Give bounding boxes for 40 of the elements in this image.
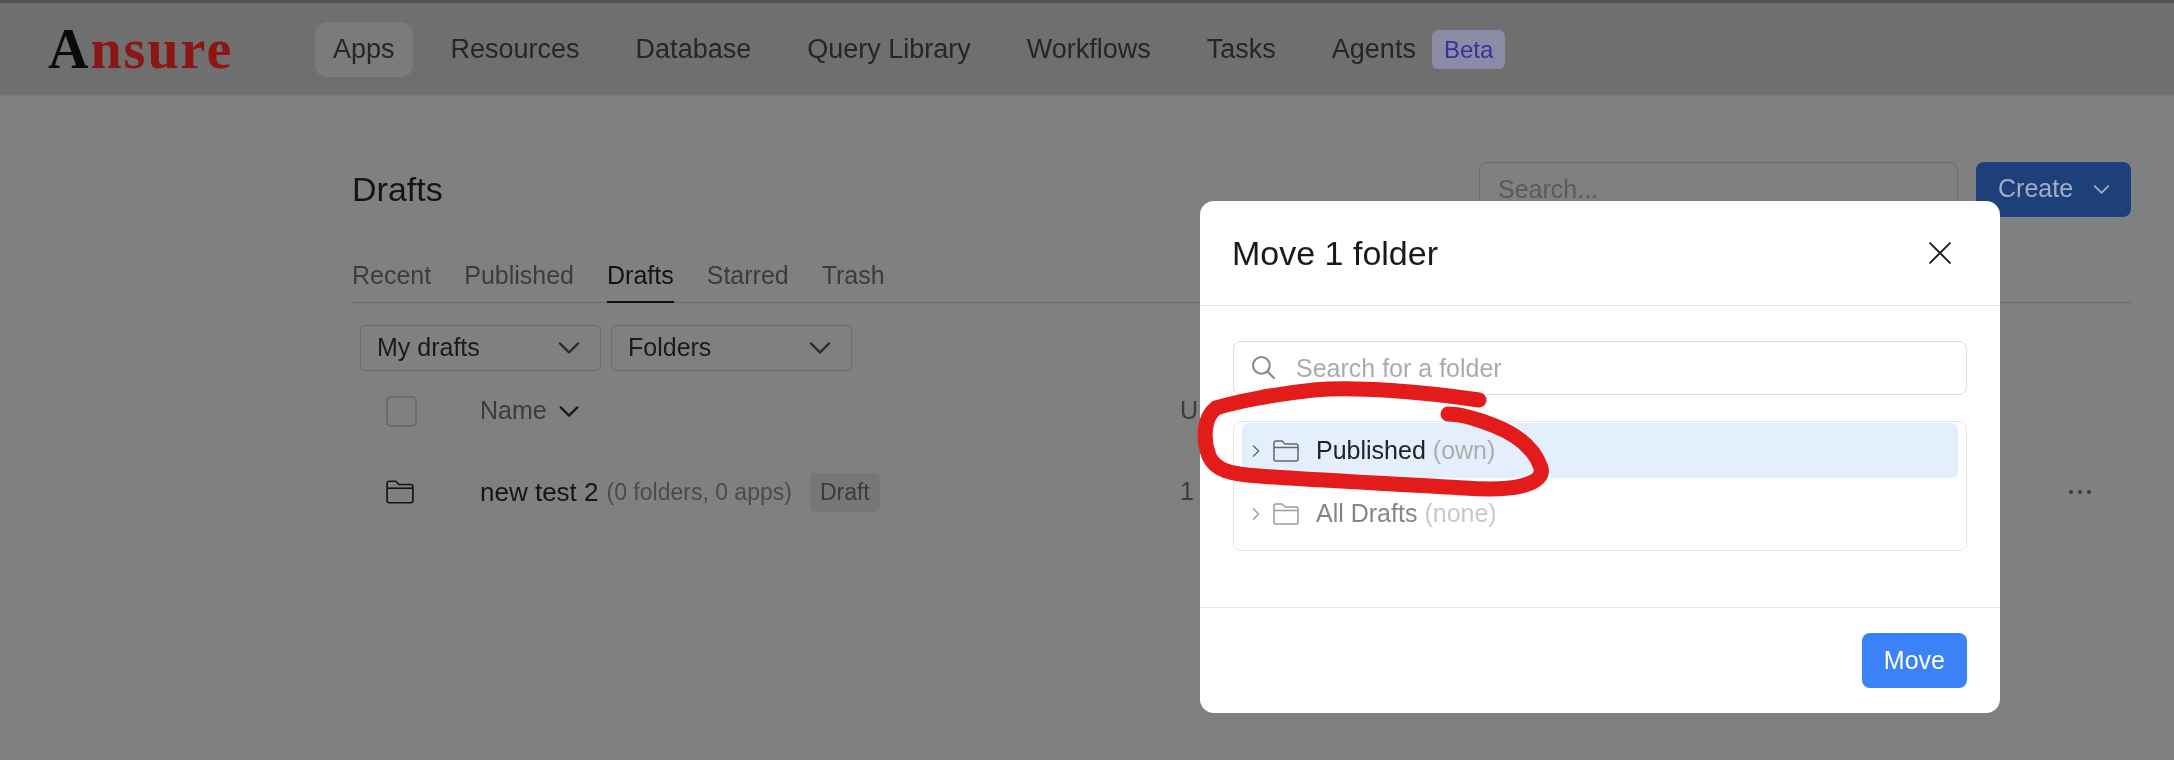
folder-tree-item[interactable]: Published (own) <box>1242 423 1958 478</box>
folder-icon <box>386 480 414 504</box>
nav-link[interactable]: Apps <box>315 21 413 77</box>
app-logo[interactable]: Ansure <box>48 21 234 77</box>
folder-search-field[interactable]: Search for a folder <box>1233 341 1967 395</box>
column-header: U <box>1180 395 1199 427</box>
tab[interactable]: Starred <box>706 260 789 303</box>
chevron-down-icon <box>809 342 831 354</box>
more-options-icon[interactable] <box>2069 490 2091 494</box>
chevron-down-icon <box>558 342 580 354</box>
close-icon <box>1929 242 1951 264</box>
folder-icon <box>1273 502 1299 525</box>
folder-name[interactable]: new test 2 <box>480 472 599 512</box>
move-button[interactable]: Move <box>1861 633 1967 688</box>
sort-caret-icon <box>558 405 579 417</box>
create-button[interactable]: Create <box>1976 161 2131 217</box>
tab[interactable]: Drafts <box>607 260 674 303</box>
caret-icon <box>2093 184 2111 194</box>
tab[interactable]: Published <box>464 260 575 303</box>
search-icon <box>1252 356 1275 379</box>
table-cell-text: 1 <box>1180 476 1194 508</box>
draft-badge: Draft <box>809 472 880 512</box>
nav-link[interactable]: Query Library <box>789 21 989 77</box>
nav-link[interactable]: Agents <box>1313 21 1434 77</box>
folder-icon <box>1273 439 1299 462</box>
beta-badge: Beta <box>1431 29 1506 69</box>
dialog-title: Move 1 folder <box>1232 233 1438 273</box>
nav-link[interactable]: Tasks <box>1188 21 1294 77</box>
name-column-header[interactable]: Name <box>480 392 579 430</box>
tab[interactable]: Recent <box>352 260 432 303</box>
filter-dropdown[interactable]: My drafts <box>360 325 601 371</box>
nav-link[interactable]: Database <box>617 21 770 77</box>
folder-note: (own) <box>1432 434 1496 466</box>
filter-dropdown[interactable]: Folders <box>611 325 852 371</box>
nav-link[interactable]: Resources <box>432 21 598 77</box>
page-title: Drafts <box>352 169 443 209</box>
tab[interactable]: Trash <box>821 260 885 303</box>
folder-label: All Drafts <box>1316 497 1418 529</box>
nav-link[interactable]: Workflows <box>1008 21 1169 77</box>
folder-label: Published <box>1316 434 1426 466</box>
